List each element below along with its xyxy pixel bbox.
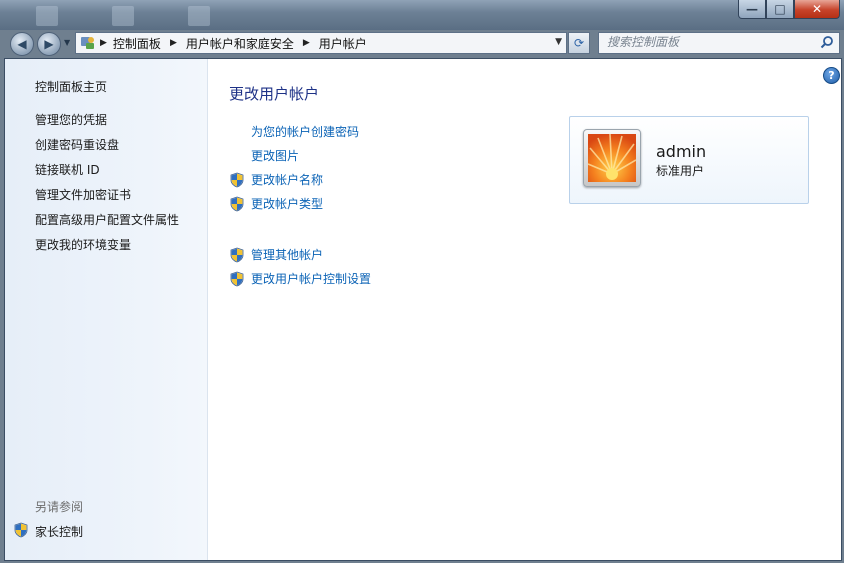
uac-shield-icon: [13, 522, 29, 541]
main-panel: 更改用户帐户 为您的帐户创建密码 更改图片 更改帐户名称 更改帐户类型 管理其他…: [207, 59, 841, 560]
close-button[interactable]: ✕: [794, 0, 840, 19]
breadcrumb-separator[interactable]: ▶: [170, 38, 177, 48]
account-picture[interactable]: [583, 129, 641, 187]
task-link-password-reset-disk[interactable]: 创建密码重设盘: [35, 138, 179, 163]
link-label: 管理其他帐户: [251, 248, 324, 262]
see-also-label: 另请参阅: [35, 500, 84, 514]
uac-shield-icon: [229, 196, 251, 212]
taskbar-ghost-icon: [188, 6, 210, 26]
content-area: 控制面板主页 管理您的凭据 创建密码重设盘 链接联机 ID 管理文件加密证书 配…: [4, 58, 842, 561]
link-label: 更改帐户类型: [251, 197, 324, 211]
page-title: 更改用户帐户: [229, 85, 320, 103]
breadcrumb-control-panel[interactable]: 控制面板: [113, 35, 161, 52]
task-link-online-id[interactable]: 链接联机 ID: [35, 163, 179, 188]
control-panel-home-link[interactable]: 控制面板主页: [35, 78, 107, 95]
task-link-profile-properties[interactable]: 配置高级用户配置文件属性: [35, 213, 179, 238]
task-link-manage-credentials[interactable]: 管理您的凭据: [35, 113, 179, 138]
link-label: 更改帐户名称: [251, 173, 324, 187]
address-bar[interactable]: ▶ 控制面板 ▶ 用户帐户和家庭安全 ▶ 用户帐户 ▼: [75, 32, 567, 54]
account-card: admin 标准用户: [569, 116, 809, 204]
control-panel-icon: [80, 35, 96, 51]
task-list: 管理您的凭据 创建密码重设盘 链接联机 ID 管理文件加密证书 配置高级用户配置…: [35, 113, 179, 263]
create-password-link[interactable]: 为您的帐户创建密码: [229, 123, 359, 140]
uac-settings-link[interactable]: 更改用户帐户控制设置: [229, 270, 371, 287]
change-picture-link[interactable]: 更改图片: [229, 147, 299, 164]
link-label: 更改用户帐户控制设置: [251, 272, 372, 286]
minimize-button[interactable]: —: [738, 0, 766, 19]
change-account-name-link[interactable]: 更改帐户名称: [229, 171, 323, 188]
title-bar[interactable]: — □ ✕: [0, 0, 844, 30]
help-button[interactable]: ?: [823, 67, 840, 84]
magnifier-icon[interactable]: [820, 35, 834, 52]
task-pane: 控制面板主页 管理您的凭据 创建密码重设盘 链接联机 ID 管理文件加密证书 配…: [5, 59, 208, 560]
parental-controls-link[interactable]: 家长控制: [13, 522, 83, 541]
task-link-encryption-certificates[interactable]: 管理文件加密证书: [35, 188, 179, 213]
link-label: 更改图片: [251, 149, 300, 163]
account-name: admin: [656, 142, 707, 161]
control-panel-window: — □ ✕ ◀ ▶ ▼ ▶ 控制面板 ▶ 用户帐户和家庭安全 ▶ 用户帐户 ▼ …: [0, 0, 844, 563]
uac-shield-icon: [229, 247, 251, 263]
refresh-button[interactable]: ⟳: [568, 32, 590, 54]
task-link-environment-variables[interactable]: 更改我的环境变量: [35, 238, 179, 263]
taskbar-ghost-icon: [112, 6, 134, 26]
address-dropdown-button[interactable]: ▼: [555, 37, 562, 47]
recent-pages-dropdown[interactable]: ▼: [64, 38, 70, 47]
uac-shield-icon: [229, 172, 251, 188]
search-input[interactable]: [599, 33, 817, 51]
link-icon-slot: [229, 148, 251, 164]
breadcrumb-separator[interactable]: ▶: [303, 38, 310, 48]
breadcrumb-separator: ▶: [100, 38, 107, 48]
manage-other-accounts-link[interactable]: 管理其他帐户: [229, 246, 323, 263]
orange-flower-icon: [588, 134, 636, 182]
account-type: 标准用户: [656, 164, 705, 178]
window-controls: — □ ✕: [738, 0, 840, 19]
forward-button[interactable]: ▶: [37, 32, 61, 56]
search-box: [598, 32, 840, 54]
link-icon-slot: [229, 124, 251, 140]
taskbar-ghost-icon: [36, 6, 58, 26]
maximize-button[interactable]: □: [766, 0, 794, 19]
navigation-bar: ◀ ▶ ▼ ▶ 控制面板 ▶ 用户帐户和家庭安全 ▶ 用户帐户 ▼ ⟳: [0, 30, 844, 58]
back-button[interactable]: ◀: [10, 32, 34, 56]
see-also-link-parental-controls[interactable]: 家长控制: [35, 523, 83, 540]
uac-shield-icon: [229, 271, 251, 287]
breadcrumb-user-accounts-family-safety[interactable]: 用户帐户和家庭安全: [186, 35, 294, 52]
breadcrumb-user-accounts[interactable]: 用户帐户: [319, 35, 367, 52]
change-account-type-link[interactable]: 更改帐户类型: [229, 195, 323, 212]
link-label: 为您的帐户创建密码: [251, 125, 360, 139]
